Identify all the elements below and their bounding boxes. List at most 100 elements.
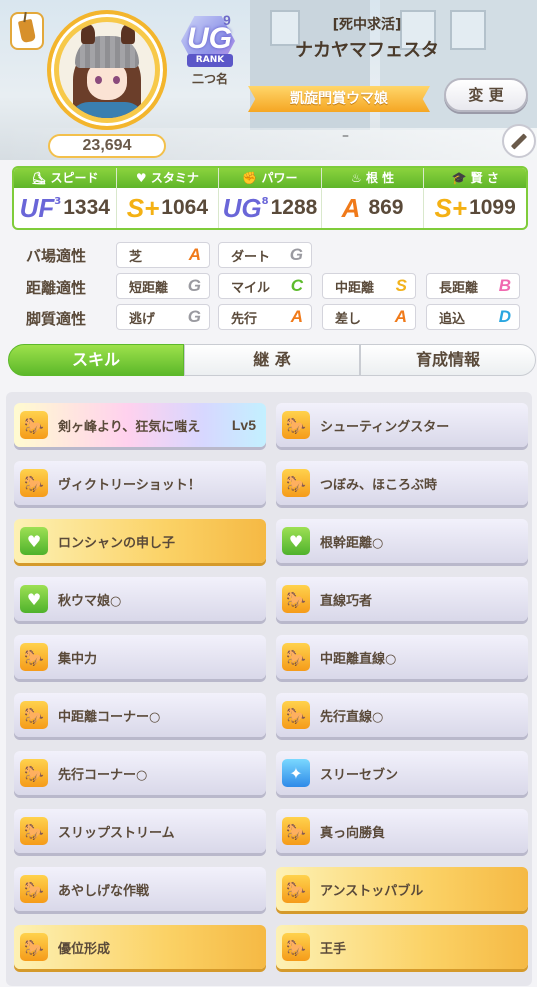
skill-name: 先行コーナー○ bbox=[58, 767, 148, 783]
tab-skill[interactable]: スキル bbox=[8, 344, 184, 376]
character-portrait[interactable] bbox=[47, 10, 167, 130]
stat-value: 1064 bbox=[161, 196, 209, 219]
aptitude-front-runner: 逃げ G bbox=[116, 304, 210, 330]
aptitude-grade: G bbox=[289, 245, 303, 264]
skill-card[interactable]: 🐎 あやしげな作戦 bbox=[14, 867, 266, 911]
horse-skill-icon: 🐎 bbox=[282, 933, 310, 961]
stat-guts: ♨ 根 性 A 869 bbox=[321, 168, 425, 228]
skill-name: 直線巧者 bbox=[320, 593, 373, 609]
stat-label: ⛸ スピード bbox=[14, 168, 116, 188]
aptitude-name: 中距離 bbox=[335, 280, 375, 296]
stat-label: ✊ パワー bbox=[219, 168, 321, 188]
rank-label: RANK bbox=[187, 54, 233, 67]
aptitude-late-surger: 差し A bbox=[322, 304, 416, 330]
skill-card[interactable]: 🐎 シューティングスター bbox=[276, 403, 528, 447]
skill-name: ヴィクトリーショット！ bbox=[58, 477, 201, 493]
horse-skill-icon: 🐎 bbox=[20, 817, 48, 845]
drink-item-icon[interactable] bbox=[10, 12, 44, 50]
horse-skill-icon: 🐎 bbox=[282, 469, 310, 497]
aptitude-name: マイル bbox=[231, 280, 271, 296]
aptitude-turf: 芝 A bbox=[116, 242, 210, 268]
stat-wisdom: 🎓 賢 さ S+ 1099 bbox=[424, 168, 526, 228]
skill-name: アンストッパブル bbox=[320, 883, 424, 899]
aptitude-grade: A bbox=[188, 245, 201, 264]
aptitude-name: 短距離 bbox=[129, 280, 169, 296]
aptitude-mile: マイル C bbox=[218, 273, 312, 299]
pencil-icon bbox=[510, 132, 528, 150]
skill-level: Lv5 bbox=[231, 417, 256, 433]
tab-training-info[interactable]: 育成情報 bbox=[360, 344, 536, 376]
aptitude-name: 差し bbox=[335, 311, 362, 327]
track-aptitude-label: バ場適性 bbox=[26, 247, 87, 265]
skill-name: 優位形成 bbox=[58, 941, 111, 957]
skill-card[interactable]: 🐎 アンストッパブル bbox=[276, 867, 528, 911]
aptitude-grade: A bbox=[290, 307, 303, 326]
skill-card[interactable]: 🐎 スリップストリーム bbox=[14, 809, 266, 853]
aptitude-grade: G bbox=[187, 276, 201, 295]
horse-skill-icon: 🐎 bbox=[282, 643, 310, 671]
profile-header: 23,694 UG 9 RANK 二つ名 [死中求活] ナカヤマフェスタ 凱旋門… bbox=[0, 0, 537, 160]
aptitude-long: 長距離 B bbox=[426, 273, 520, 299]
stat-grade: S+ bbox=[434, 192, 468, 223]
horse-skill-icon: 🐎 bbox=[282, 411, 310, 439]
skill-card[interactable]: 🐎 王手 bbox=[276, 925, 528, 969]
distance-aptitude-label: 距離適性 bbox=[26, 279, 87, 297]
skill-name: スリーセブン bbox=[320, 767, 399, 783]
change-button[interactable]: 変 更 bbox=[444, 78, 528, 112]
skill-card[interactable]: 🐎 優位形成 bbox=[14, 925, 266, 969]
horse-skill-icon: 🐎 bbox=[20, 933, 48, 961]
skill-card[interactable]: 🐎 中距離直線○ bbox=[276, 635, 528, 679]
title-ribbon[interactable]: 凱旋門賞ウマ娘 bbox=[248, 86, 430, 112]
skill-card[interactable]: 🐎 中距離コーナー○ bbox=[14, 693, 266, 737]
skill-name: 王手 bbox=[320, 941, 347, 957]
skill-card[interactable]: 🐎 先行直線○ bbox=[276, 693, 528, 737]
skill-card[interactable]: 🐎 集中力 bbox=[14, 635, 266, 679]
skill-card[interactable]: 🐎 真っ向勝負 bbox=[276, 809, 528, 853]
stat-grade: UG bbox=[222, 192, 262, 223]
rank-badge[interactable]: UG 9 RANK bbox=[181, 12, 239, 70]
muscle-icon: ✊ bbox=[242, 171, 262, 185]
aptitude-grade: B bbox=[498, 276, 511, 295]
stat-speed: ⛸ スピード UF 3 1334 bbox=[14, 168, 117, 228]
tab-inherit[interactable]: 継 承 bbox=[184, 344, 360, 376]
aptitude-end-closer: 追込 D bbox=[426, 304, 520, 330]
skill-card[interactable]: 🐎 先行コーナー○ bbox=[14, 751, 266, 795]
stat-grade-sub: 8 bbox=[261, 195, 269, 207]
skill-name: 中距離コーナー○ bbox=[58, 709, 161, 725]
skill-card[interactable]: ♥ ロンシャンの申し子 bbox=[14, 519, 266, 563]
shoe-icon: ⛸ bbox=[31, 171, 51, 185]
aptitude-dirt: ダート G bbox=[218, 242, 312, 268]
skill-name: 秋ウマ娘○ bbox=[58, 593, 122, 609]
green-skill-icon: ♥ bbox=[20, 527, 48, 555]
aptitude-grade: G bbox=[187, 307, 201, 326]
aptitude-grade: C bbox=[290, 276, 303, 295]
edit-comment-button[interactable] bbox=[502, 124, 536, 158]
stats-panel: ⛸ スピード UF 3 1334 ♥ スタミナ S+ 1064 ✊ パワー UG… bbox=[12, 166, 528, 230]
heart-icon: ♥ bbox=[135, 171, 151, 185]
skill-name: スリップストリーム bbox=[58, 825, 175, 841]
skill-name: ロンシャンの申し子 bbox=[58, 535, 176, 551]
sparkle-skill-icon: ✦ bbox=[282, 759, 310, 787]
graduation-cap-icon: 🎓 bbox=[451, 171, 471, 185]
aptitude-sprint: 短距離 G bbox=[116, 273, 210, 299]
stat-value: 1288 bbox=[270, 196, 318, 219]
skill-name: つぼみ、ほころぶ時 bbox=[320, 477, 438, 493]
flame-icon: ♨ bbox=[351, 171, 366, 185]
rank-number: 9 bbox=[223, 12, 231, 28]
aptitude-name: 先行 bbox=[231, 311, 258, 327]
horse-skill-icon: 🐎 bbox=[282, 585, 310, 613]
horse-skill-icon: 🐎 bbox=[282, 701, 310, 729]
skill-card[interactable]: ✦ スリーセブン bbox=[276, 751, 528, 795]
skill-name: 根幹距離○ bbox=[320, 535, 384, 551]
skill-card[interactable]: ♥ 根幹距離○ bbox=[276, 519, 528, 563]
skill-card[interactable]: 🐎 ヴィクトリーショット！ bbox=[14, 461, 266, 505]
skill-card[interactable]: 🐎 直線巧者 bbox=[276, 577, 528, 621]
aptitude-grade: D bbox=[498, 307, 511, 326]
skill-card[interactable]: 🐎 剣ヶ峰より、狂気に嗤え Lv5 bbox=[14, 403, 266, 447]
horse-skill-icon: 🐎 bbox=[20, 759, 48, 787]
skill-card[interactable]: ♥ 秋ウマ娘○ bbox=[14, 577, 266, 621]
stat-grade: A bbox=[341, 192, 361, 223]
skill-card[interactable]: 🐎 つぼみ、ほころぶ時 bbox=[276, 461, 528, 505]
skill-name: 真っ向勝負 bbox=[320, 825, 386, 841]
aptitude-grade: A bbox=[394, 307, 407, 326]
